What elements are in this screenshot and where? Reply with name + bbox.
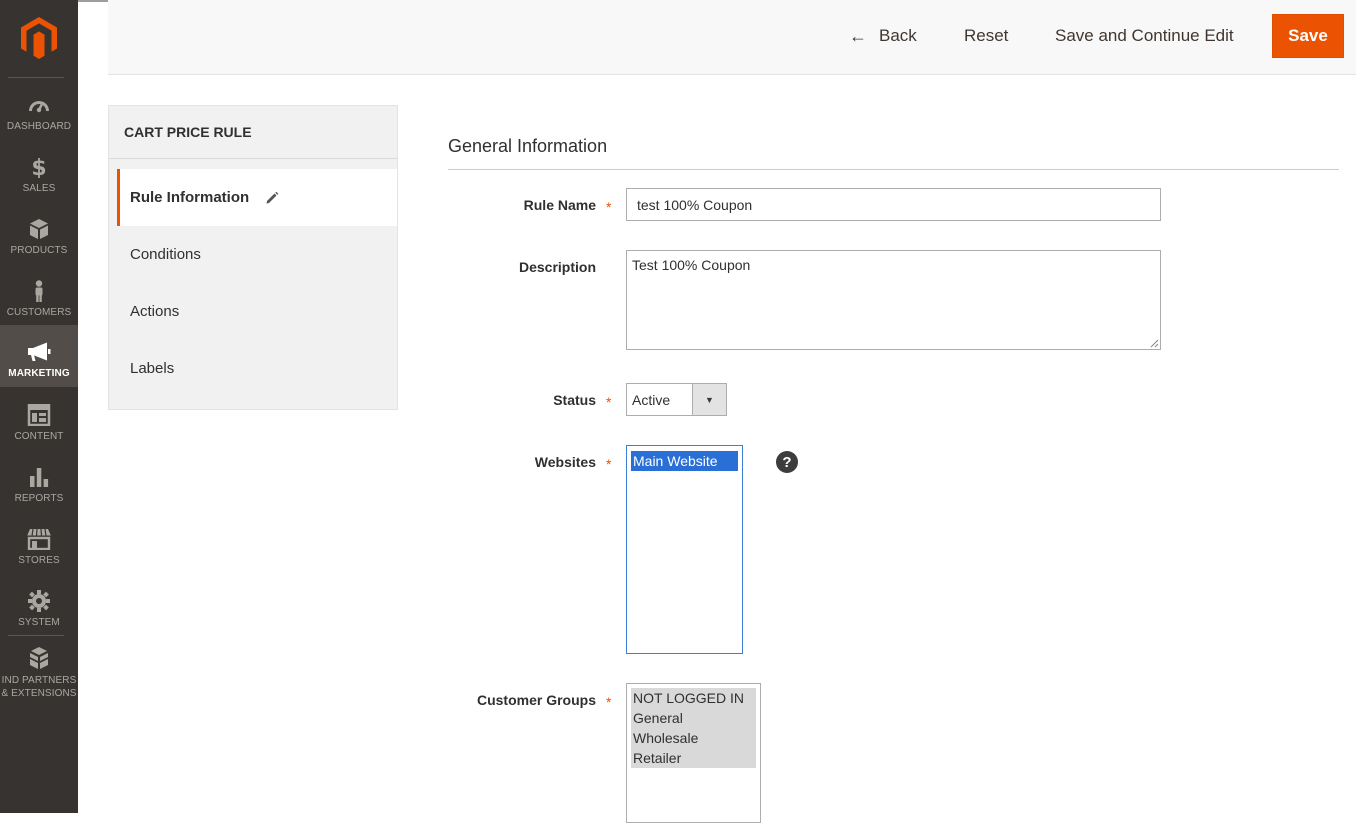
required-marker: * bbox=[606, 394, 612, 410]
description-text: Test 100% Coupon bbox=[632, 257, 751, 273]
save-and-continue-button[interactable]: Save and Continue Edit bbox=[1055, 14, 1234, 58]
nav-label: REPORTS bbox=[14, 493, 64, 504]
websites-label: Websites bbox=[534, 454, 596, 470]
save-button[interactable]: Save bbox=[1272, 14, 1344, 58]
tab-conditions[interactable]: Conditions bbox=[117, 226, 397, 283]
tabs-title: CART PRICE RULE bbox=[109, 106, 397, 159]
nav-item-reports[interactable]: REPORTS bbox=[0, 450, 78, 512]
person-icon bbox=[35, 280, 43, 302]
nav-item-dashboard[interactable]: DASHBOARD bbox=[0, 78, 78, 140]
back-label: Back bbox=[879, 26, 917, 45]
nav-label: IND PARTNERS & EXTENSIONS bbox=[1, 675, 77, 699]
nav-label: PRODUCTS bbox=[10, 245, 68, 256]
websites-option[interactable]: Main Website bbox=[631, 451, 738, 471]
nav-label: SYSTEM bbox=[18, 617, 60, 628]
help-icon[interactable]: ? bbox=[776, 451, 798, 473]
tab-rule-information[interactable]: Rule Information bbox=[117, 169, 397, 226]
status-label: Status bbox=[553, 392, 596, 408]
nav-item-system[interactable]: SYSTEM bbox=[0, 574, 78, 636]
nav-label: STORES bbox=[18, 555, 60, 566]
nav-item-sales[interactable]: $ SALES bbox=[0, 140, 78, 202]
customer-groups-multiselect[interactable]: NOT LOGGED IN General Wholesale Retailer bbox=[626, 683, 761, 823]
tab-label: Labels bbox=[130, 360, 175, 377]
description-label: Description bbox=[518, 259, 596, 275]
reset-button[interactable]: Reset bbox=[964, 14, 1008, 58]
section-divider bbox=[448, 169, 1339, 170]
boxes-icon bbox=[30, 647, 48, 669]
rule-name-input[interactable]: test 100% Coupon bbox=[626, 188, 1161, 221]
customer-group-option[interactable]: Retailer bbox=[631, 748, 756, 768]
nav-item-marketing[interactable]: MARKETING bbox=[0, 325, 78, 387]
description-textarea[interactable]: Test 100% Coupon bbox=[626, 250, 1161, 350]
magento-logo[interactable] bbox=[0, 0, 78, 76]
nav-item-customers[interactable]: CUSTOMERS bbox=[0, 264, 78, 326]
chevron-down-icon: ▼ bbox=[692, 384, 726, 415]
arrow-left-icon: ← bbox=[849, 25, 867, 46]
nav-item-products[interactable]: PRODUCTS bbox=[0, 202, 78, 264]
required-marker: * bbox=[606, 456, 612, 472]
nav-label: MARKETING bbox=[8, 368, 70, 379]
admin-sidebar: DASHBOARD $ SALES PRODUCTS CUSTOMERS MAR… bbox=[0, 0, 78, 813]
page-actions-bar: ← Back Reset Save and Continue Edit Save bbox=[108, 0, 1356, 75]
nav-label: CONTENT bbox=[14, 431, 64, 442]
magento-logo-icon bbox=[21, 17, 57, 59]
dollar-icon: $ bbox=[31, 156, 46, 178]
customer-group-option[interactable]: General bbox=[631, 708, 756, 728]
cube-icon bbox=[30, 219, 48, 239]
tab-actions[interactable]: Actions bbox=[117, 283, 397, 340]
layout-icon bbox=[27, 404, 51, 426]
customer-group-option[interactable]: Wholesale bbox=[631, 728, 756, 748]
megaphone-icon bbox=[28, 342, 51, 361]
rule-tabs-panel: CART PRICE RULE Rule Information Conditi… bbox=[108, 105, 398, 410]
pencil-icon bbox=[265, 191, 279, 205]
resize-grip-icon[interactable] bbox=[1150, 339, 1159, 348]
tab-labels[interactable]: Labels bbox=[117, 340, 397, 397]
nav-label: DASHBOARD bbox=[6, 121, 72, 132]
bar-chart-icon bbox=[30, 468, 49, 487]
required-marker: * bbox=[606, 199, 612, 215]
required-marker: * bbox=[606, 694, 612, 710]
dashboard-icon bbox=[29, 101, 49, 113]
storefront-icon bbox=[27, 528, 51, 550]
nav-label: SALES bbox=[22, 183, 56, 194]
tab-label: Actions bbox=[130, 303, 180, 320]
nav-item-content[interactable]: CONTENT bbox=[0, 388, 78, 450]
nav-item-stores[interactable]: STORES bbox=[0, 512, 78, 574]
tab-label: Rule Information bbox=[130, 189, 250, 206]
svg-text:$: $ bbox=[31, 156, 46, 178]
websites-multiselect[interactable]: Main Website bbox=[626, 445, 743, 654]
nav-label: CUSTOMERS bbox=[6, 307, 72, 318]
status-select[interactable]: Active ▼ bbox=[626, 383, 727, 416]
tab-label: Conditions bbox=[130, 246, 201, 263]
back-button[interactable]: ← Back bbox=[849, 14, 917, 58]
nav-item-partners-extensions[interactable]: IND PARTNERS & EXTENSIONS bbox=[0, 636, 78, 704]
section-title: General Information bbox=[448, 136, 608, 156]
rule-name-label: Rule Name bbox=[523, 197, 596, 213]
gear-icon bbox=[28, 590, 50, 612]
customer-groups-label: Customer Groups bbox=[476, 692, 596, 708]
customer-group-option[interactable]: NOT LOGGED IN bbox=[631, 688, 756, 708]
status-value: Active bbox=[632, 391, 671, 408]
